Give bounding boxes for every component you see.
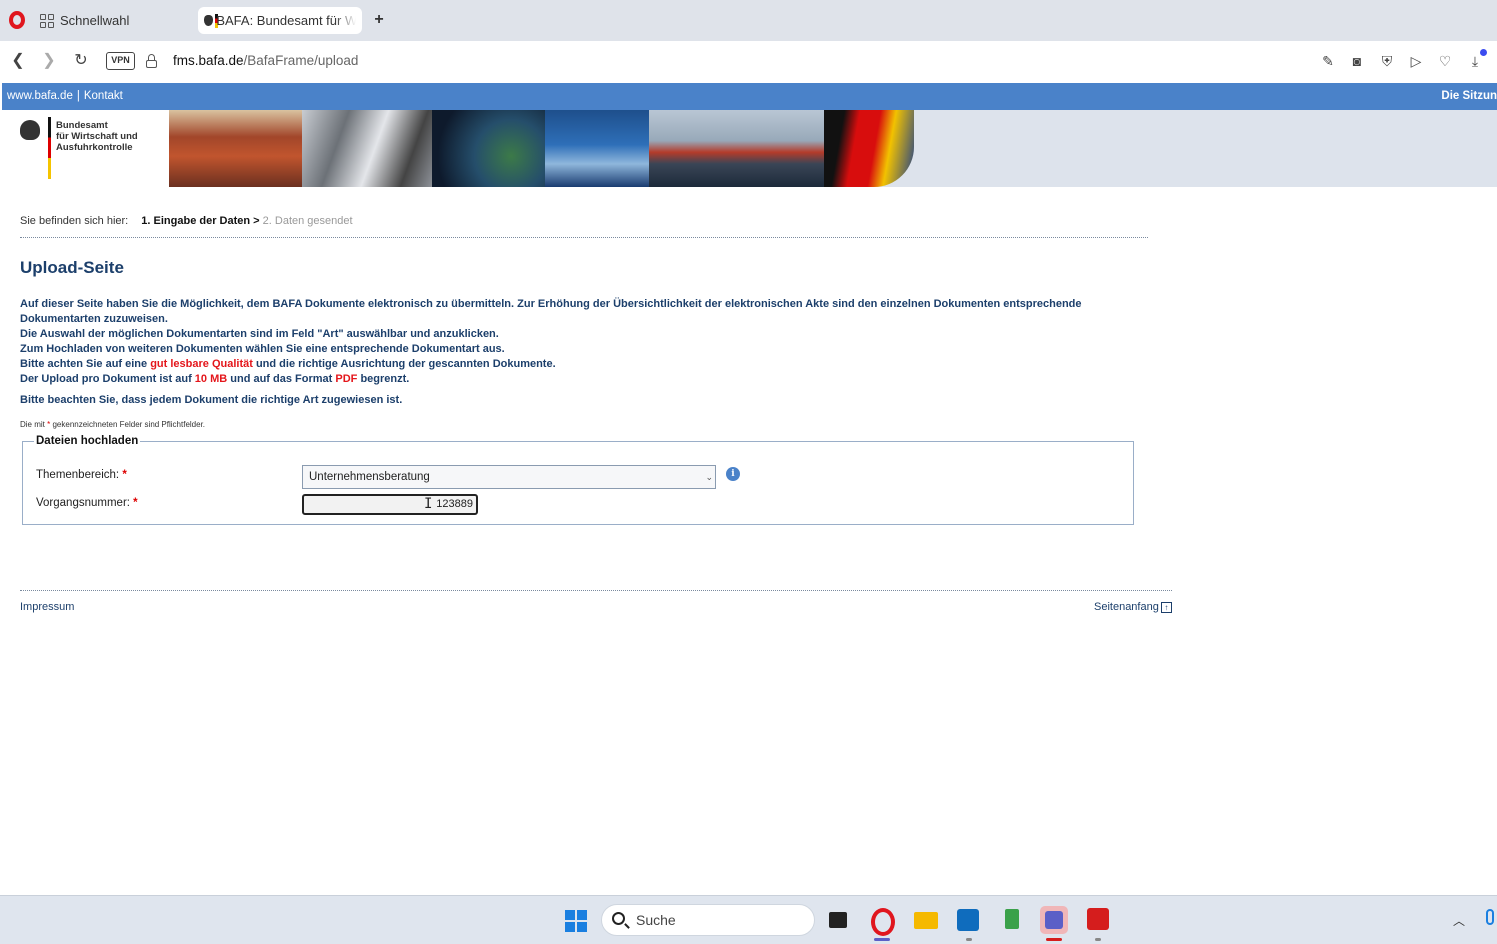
tab-bafa[interactable]: BAFA: Bundesamt für Wirtschaft und Ausfu… [198,7,362,34]
arrow-up-icon: ↑ [1160,601,1172,613]
windows-start-icon[interactable] [565,910,587,932]
task-view-icon[interactable] [826,906,854,934]
contact-link[interactable]: Kontakt [84,90,123,102]
upload-fieldset: Dateien hochladen Themenbereich: * Unter… [22,435,1134,525]
teams-icon[interactable] [1040,906,1068,934]
back-icon[interactable]: ❮ [8,51,28,71]
logo-text: Bundesamt für Wirtschaft und Ausfuhrkont… [56,120,138,153]
case-number-label: Vorgangsnummer: * [36,497,138,509]
share-icon[interactable]: ✎ [1319,52,1337,70]
outlook-icon[interactable] [955,906,983,934]
microphone-icon[interactable] [1486,909,1494,925]
topic-select-value: Unternehmensberatung [309,471,430,483]
tab-speed-dial[interactable]: Schnellwahl [34,7,135,34]
text-cursor-icon: I [424,496,433,512]
info-icon[interactable]: i [726,467,740,481]
bafa-favicon-icon [204,13,219,28]
flag-stripe [48,117,51,179]
intro-paragraph: Bitte achten Sie auf eine gut lesbare Qu… [20,358,556,370]
session-timer: Die Sitzun [1441,90,1497,102]
breadcrumb: Sie befinden sich hier: 1. Eingabe der D… [20,215,353,227]
opera-menu-icon[interactable] [9,11,25,29]
chevron-down-icon: ⌄ [705,472,713,482]
acrobat-icon[interactable] [1084,906,1112,934]
speed-dial-icon [40,13,54,28]
reload-icon[interactable]: ↻ [71,51,91,71]
page-title: Upload-Seite [20,258,124,277]
running-indicator [1046,938,1062,941]
site-header: Bundesamt für Wirtschaft und Ausfuhrkont… [2,110,1497,187]
federal-eagle-icon [20,120,40,140]
divider [20,590,1172,591]
tray-expand-icon[interactable]: ︿ [1453,912,1465,929]
tab-label: Schnellwahl [60,13,130,28]
banner-image-houses [169,110,302,187]
case-number-value: 123889 [436,498,473,510]
required-fields-note: Die mit * gekennzeichneten Felder sind P… [20,420,206,429]
player-icon[interactable]: ▷ [1407,52,1425,70]
vpn-badge[interactable]: VPN [106,52,135,70]
running-indicator [874,938,890,941]
fieldset-legend: Dateien hochladen [34,435,141,447]
web-page: www.bafa.de | Kontakt Die Sitzun Bundesamt… [2,83,1497,895]
opera-app-icon[interactable] [868,906,896,936]
topic-label: Themenbereich: * [36,469,127,481]
browser-toolbar: ❮ ❯ ↻ VPN fms.bafa.de/BafaFrame/upload ✎… [0,41,1497,81]
intro-paragraph: Der Upload pro Dokument ist auf 10 MB un… [20,373,410,385]
intro-paragraph: Auf dieser Seite haben Sie die Möglichke… [20,298,1082,325]
intro-paragraph: Zum Hochladen von weiteren Dokumenten wä… [20,343,505,355]
topic-select[interactable]: Unternehmensberatung ⌄ [302,465,716,489]
bafa-logo[interactable]: Bundesamt für Wirtschaft und Ausfuhrkont… [2,110,169,187]
lock-icon[interactable] [146,54,157,68]
url-host: fms.bafa.de [173,53,244,68]
breadcrumb-next: 2. Daten gesendet [262,215,353,227]
url-path: /BafaFrame/upload [243,53,359,68]
separator: | [76,90,80,102]
windows-taskbar: Suche ︿ [0,895,1497,944]
breadcrumb-current: 1. Eingabe der Daten > [141,215,260,227]
running-indicator [966,938,972,941]
banner-image-ships [649,110,824,187]
spreadsheet-app-icon[interactable] [998,906,1026,934]
back-to-top-link[interactable]: Seitenanfang ↑ [1094,601,1172,613]
intro-paragraph: Bitte beachten Sie, dass jedem Dokument … [20,394,403,406]
banner-image-steel [302,110,432,187]
banner-image-factory [545,110,649,187]
search-icon [612,912,625,925]
forward-icon[interactable]: ❯ [39,51,59,71]
case-number-input[interactable]: I 123889 [302,494,478,515]
favorites-heart-icon[interactable]: ♡ [1436,52,1454,70]
intro-paragraph: Die Auswahl der möglichen Dokumentarten … [20,328,499,340]
download-badge [1480,49,1487,56]
camera-icon[interactable]: ◙ [1348,52,1366,70]
banner-image-satellite [432,110,545,187]
back-to-top-label: Seitenanfang [1094,601,1159,613]
running-indicator [1095,938,1101,941]
new-tab-button[interactable]: + [370,11,388,29]
taskbar-search[interactable]: Suche [601,904,815,936]
file-explorer-icon[interactable] [912,906,940,934]
banner-image-flag [824,110,914,187]
search-label: Suche [636,912,676,928]
tab-label: BAFA: Bundesamt für Wirtschaft und Ausfu… [216,13,356,28]
intro-text: Auf dieser Seite haben Sie die Möglichke… [20,297,1110,408]
divider [20,237,1148,238]
browser-tab-bar: Schnellwahl BAFA: Bundesamt für Wirtscha… [0,0,1497,41]
address-bar[interactable]: fms.bafa.de/BafaFrame/upload [173,53,358,68]
breadcrumb-prefix: Sie befinden sich hier: [20,215,129,227]
site-topbar: www.bafa.de | Kontakt Die Sitzun [2,83,1497,110]
adblock-shield-icon[interactable]: ⛨ [1378,52,1396,70]
bafa-home-link[interactable]: www.bafa.de [7,90,73,102]
imprint-link[interactable]: Impressum [20,601,74,613]
